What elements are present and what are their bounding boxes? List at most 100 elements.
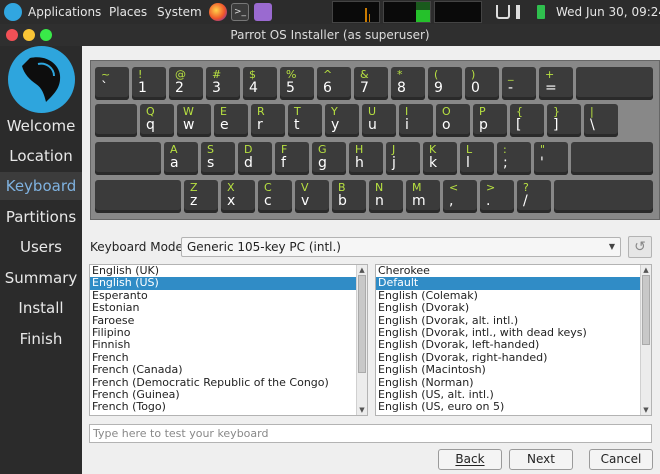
modifier-key: [554, 180, 653, 213]
sidebar-item-install[interactable]: Install: [0, 294, 82, 322]
layout-list-item[interactable]: English (US): [90, 276, 367, 290]
battery-icon[interactable]: [537, 5, 545, 19]
next-button-label: Next: [527, 452, 555, 466]
keyboard-key: | \: [584, 104, 618, 137]
keyboard-key: (9: [428, 67, 462, 100]
text-editor-icon[interactable]: [254, 3, 272, 21]
keyboard-model-select[interactable]: Generic 105-key PC (intl.) ▼: [181, 237, 621, 257]
keyboard-key: Jj: [386, 142, 420, 175]
scroll-down-icon[interactable]: ▼: [357, 405, 367, 415]
keyboard-test-input[interactable]: Type here to test your keyboard: [89, 424, 652, 443]
keyboard-key: >.: [480, 180, 514, 213]
key-base-label: q: [146, 117, 155, 133]
key-base-label: 4: [249, 80, 258, 96]
layout-list-item[interactable]: Filipino: [90, 326, 367, 339]
key-base-label: =: [545, 80, 557, 96]
back-button[interactable]: Back: [438, 449, 502, 470]
keyboard-key: " ': [534, 142, 568, 175]
keyboard-key: Kk: [423, 142, 457, 175]
key-base-label: k: [429, 155, 438, 171]
key-base-label: \: [590, 117, 595, 133]
modifier-key: [95, 104, 137, 137]
cancel-button-label: Cancel: [600, 452, 642, 466]
screen-icon[interactable]: [496, 5, 510, 19]
scroll-up-icon[interactable]: ▲: [357, 265, 367, 275]
variant-scrollbar[interactable]: ▲ ▼: [640, 265, 651, 415]
keyboard-key: Ss: [201, 142, 235, 175]
modifier-key: [576, 67, 653, 100]
network-graph: [434, 1, 482, 23]
layout-list-item[interactable]: Finnish: [90, 338, 367, 351]
sidebar-item-keyboard[interactable]: Keyboard: [0, 172, 82, 200]
keyboard-key: }]: [547, 104, 581, 137]
sidebar-item-summary[interactable]: Summary: [0, 264, 82, 292]
sidebar-item-partitions[interactable]: Partitions: [0, 203, 82, 231]
layout-list-item[interactable]: Estonian: [90, 301, 367, 314]
close-icon[interactable]: [6, 29, 18, 41]
variant-list-item[interactable]: English (US, euro on 5): [376, 400, 651, 413]
layout-scrollbar[interactable]: ▲ ▼: [356, 265, 367, 415]
clock[interactable]: Wed Jun 30, 09:24: [556, 0, 660, 24]
key-base-label: r: [257, 117, 263, 133]
key-base-label: [: [516, 117, 522, 133]
scroll-thumb[interactable]: [358, 275, 366, 373]
key-base-label: 8: [397, 80, 406, 96]
volume-icon[interactable]: [516, 5, 530, 19]
modifier-key: [571, 142, 653, 175]
variant-list-item[interactable]: English (Dvorak): [376, 301, 651, 314]
modifier-key: [95, 142, 161, 175]
scroll-up-icon[interactable]: ▲: [641, 265, 651, 275]
keyboard-key: Bb: [332, 180, 366, 213]
keyboard-key: _ -: [502, 67, 536, 100]
firefox-icon[interactable]: [209, 3, 227, 21]
key-base-label: ]: [553, 117, 559, 133]
scroll-thumb[interactable]: [642, 275, 650, 345]
keyboard-key: ? /: [517, 180, 551, 213]
layout-list-item[interactable]: French (Canada): [90, 363, 367, 376]
keyboard-key: $4: [243, 67, 277, 100]
top-panel: Applications Places System >_ Wed Jun 30…: [0, 0, 660, 24]
key-base-label: t: [294, 117, 300, 133]
applications-menu[interactable]: Applications: [28, 0, 101, 24]
sidebar-item-welcome[interactable]: Welcome: [0, 112, 82, 140]
sidebar-item-finish[interactable]: Finish: [0, 325, 82, 353]
keyboard-key: Nn: [369, 180, 403, 213]
sidebar: Welcome Location Keyboard Partitions Use…: [0, 46, 82, 474]
keyboard-key: Tt: [288, 104, 322, 137]
cancel-button[interactable]: Cancel: [589, 449, 653, 470]
keyboard-key: ! 1: [132, 67, 166, 100]
window-title: Parrot OS Installer (as superuser): [230, 28, 430, 42]
key-base-label: 7: [360, 80, 369, 96]
key-base-label: ': [540, 155, 544, 171]
places-menu[interactable]: Places: [109, 0, 147, 24]
key-base-label: b: [338, 193, 347, 209]
key-base-label: d: [244, 155, 253, 171]
minimize-icon[interactable]: [23, 29, 35, 41]
layout-list[interactable]: English (UK) English (US) Esperanto Estonia…: [89, 264, 368, 416]
maximize-icon[interactable]: [40, 29, 52, 41]
key-base-label: 9: [434, 80, 443, 96]
variant-list-item[interactable]: Default: [376, 276, 651, 290]
key-base-label: l: [466, 155, 470, 171]
keyboard-key: Dd: [238, 142, 272, 175]
sidebar-item-users[interactable]: Users: [0, 233, 82, 261]
variant-list-item[interactable]: English (Dvorak, left-handed): [376, 338, 651, 351]
variant-list[interactable]: Cherokee Default English (Colemak) English …: [375, 264, 652, 416]
system-menu[interactable]: System: [157, 0, 202, 24]
key-base-label: y: [331, 117, 340, 133]
reset-model-button[interactable]: ↺: [628, 236, 652, 258]
key-base-label: 3: [212, 80, 221, 96]
sidebar-item-location[interactable]: Location: [0, 142, 82, 170]
keyboard-key: % 5: [280, 67, 314, 100]
scroll-down-icon[interactable]: ▼: [641, 405, 651, 415]
next-button[interactable]: Next: [509, 449, 573, 470]
key-base-label: .: [486, 193, 491, 209]
layout-list-item[interactable]: Faroese: [90, 314, 367, 327]
layout-list-item[interactable]: French (Togo): [90, 400, 367, 413]
window-titlebar: Parrot OS Installer (as superuser): [0, 24, 660, 46]
variant-list-item[interactable]: English (Macintosh): [376, 363, 651, 376]
keyboard-key: Ff: [275, 142, 309, 175]
parrot-menu-icon[interactable]: [4, 3, 22, 21]
key-base-label: ;: [503, 155, 508, 171]
terminal-icon[interactable]: >_: [231, 3, 249, 21]
